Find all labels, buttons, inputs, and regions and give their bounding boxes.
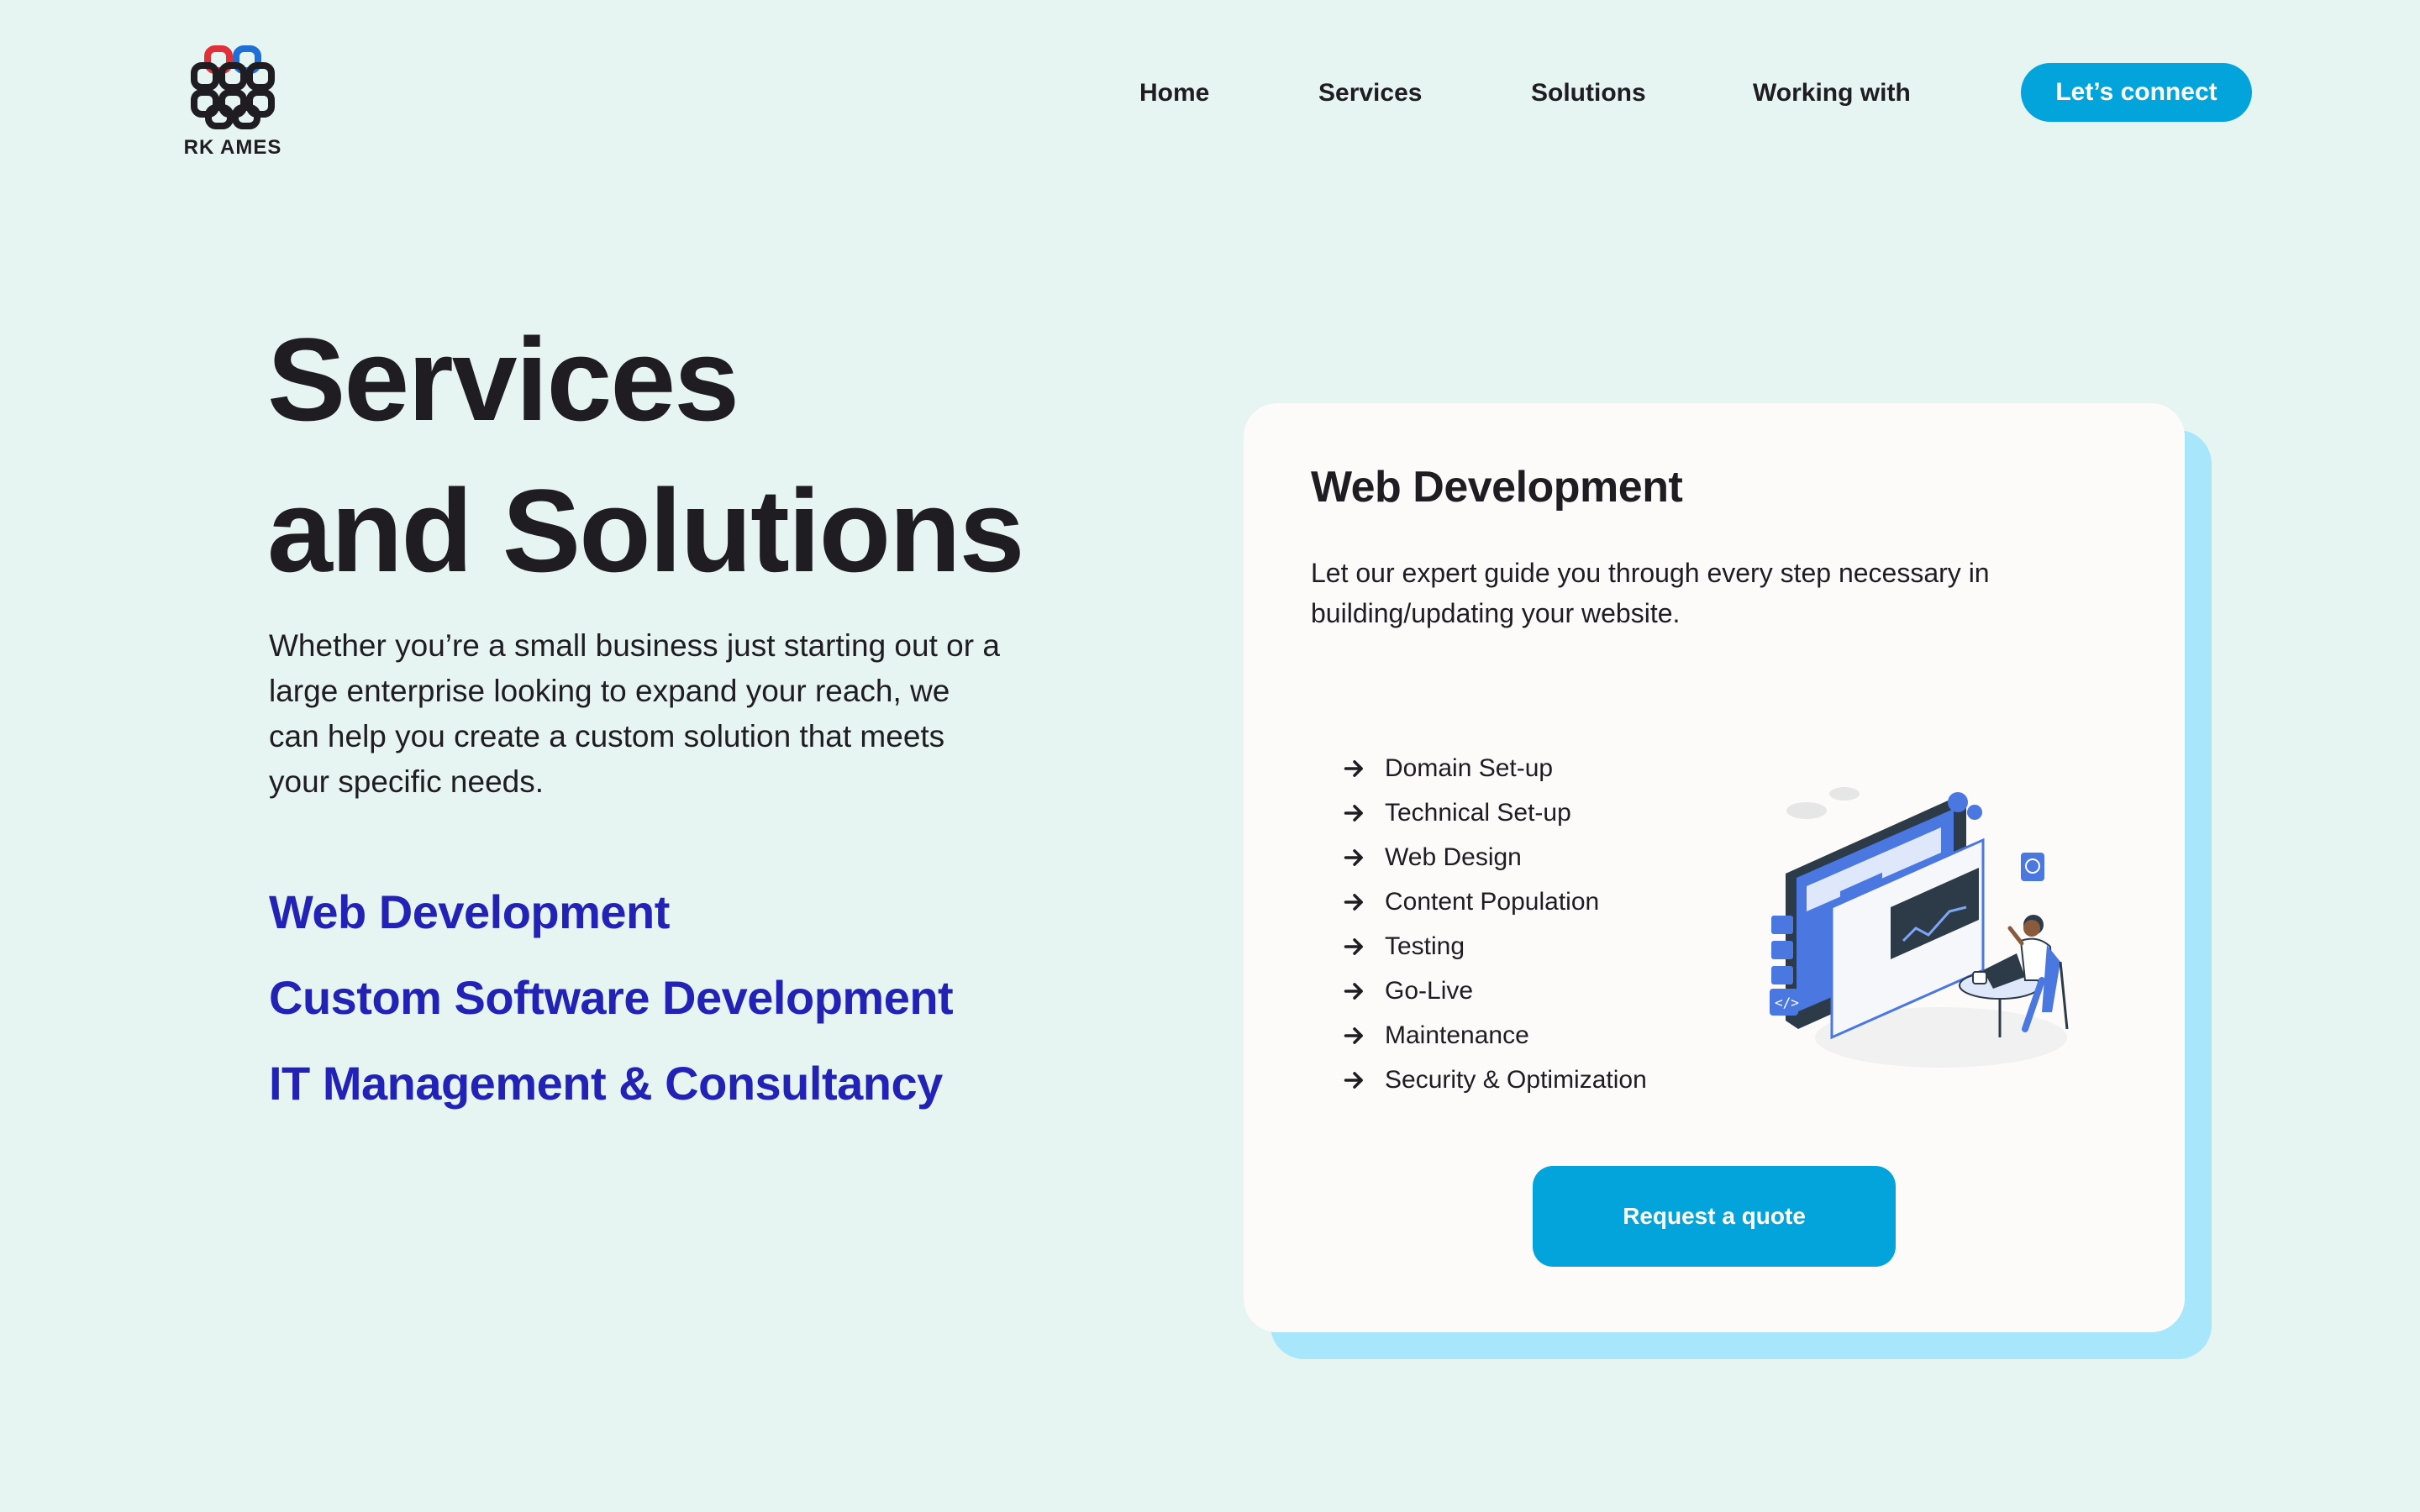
page-title-line-2: and Solutions: [267, 465, 1025, 596]
feature-label: Domain Set-up: [1385, 753, 1554, 782]
list-item: Testing: [1343, 924, 1647, 969]
feature-label: Content Population: [1385, 887, 1600, 916]
brand-logo[interactable]: RK AMES: [178, 34, 287, 160]
service-link-it-management[interactable]: IT Management & Consultancy: [269, 1055, 953, 1141]
brand-name: RK AMES: [183, 136, 282, 159]
knot-logo-icon: [191, 45, 275, 129]
list-item: Technical Set-up: [1343, 790, 1647, 835]
hero-description: Whether you’re a small business just sta…: [269, 628, 1000, 799]
lets-connect-button[interactable]: Let’s connect: [2021, 63, 2252, 122]
list-item: Web Design: [1343, 835, 1647, 879]
service-link-web-development[interactable]: Web Development: [269, 884, 953, 969]
list-item: Content Population: [1343, 879, 1647, 924]
feature-label: Security & Optimization: [1385, 1065, 1647, 1094]
list-item: Domain Set-up: [1343, 746, 1647, 790]
web-developer-illustration: </>: [1770, 787, 2069, 1068]
arrow-right-icon: [1344, 804, 1363, 822]
arrow-right-icon: [1344, 1026, 1363, 1044]
feature-label: Go-Live: [1385, 976, 1474, 1005]
page-title-line-1: Services: [267, 313, 739, 445]
nav-working-with[interactable]: Working with: [1753, 79, 1911, 108]
arrow-right-icon: [1344, 1071, 1363, 1089]
feature-label: Technical Set-up: [1385, 798, 1571, 827]
request-quote-button[interactable]: Request a quote: [1533, 1166, 1896, 1267]
list-item: Security & Optimization: [1343, 1058, 1647, 1102]
service-card: Web Development Let our expert guide you…: [1244, 403, 2185, 1332]
list-item: Go-Live: [1343, 969, 1647, 1013]
feature-label: Testing: [1385, 932, 1465, 960]
card-title: Web Development: [1311, 463, 1683, 512]
feature-list: Domain Set-up Technical Set-up Web Desig…: [1343, 746, 1647, 1102]
feature-label: Maintenance: [1385, 1021, 1529, 1049]
feature-label: Web Design: [1385, 843, 1522, 871]
arrow-right-icon: [1344, 759, 1363, 777]
list-item: Maintenance: [1343, 1013, 1647, 1058]
service-links: Web Development Custom Software Developm…: [269, 884, 954, 1141]
page-title: Services and Solutions: [267, 304, 1025, 606]
card-description: Let our expert guide you through every s…: [1311, 558, 1990, 628]
svg-text:</>: </>: [1775, 995, 1799, 1011]
arrow-right-icon: [1344, 937, 1363, 955]
arrow-right-icon: [1344, 893, 1363, 911]
arrow-right-icon: [1344, 848, 1363, 866]
arrow-right-icon: [1344, 982, 1363, 1000]
nav-solutions[interactable]: Solutions: [1531, 79, 1646, 108]
service-link-custom-software[interactable]: Custom Software Development: [269, 969, 954, 1055]
nav-home[interactable]: Home: [1139, 79, 1209, 108]
nav-services[interactable]: Services: [1318, 79, 1422, 108]
